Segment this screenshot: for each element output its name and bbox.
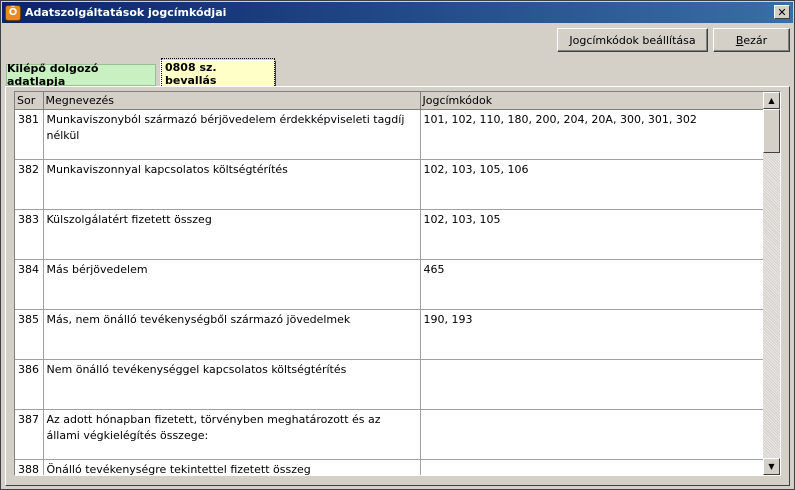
row-sor: 386 bbox=[15, 359, 44, 410]
settings-button-label: Jogcímkódok beállítása bbox=[569, 33, 696, 47]
row-sor: 385 bbox=[15, 309, 44, 360]
row-name: Munkaviszonyból származó bérjövedelem ér… bbox=[43, 109, 421, 160]
jogcimkod-grid: Sor Megnevezés Jogcímkódok 381 Munkavisz… bbox=[14, 91, 781, 476]
row-codes[interactable] bbox=[420, 359, 764, 410]
row-name: Az adott hónapban fizetett, törvényben m… bbox=[43, 409, 421, 460]
table-row[interactable]: 387 Az adott hónapban fizetett, törvényb… bbox=[15, 409, 764, 460]
jogcimkod-settings-button[interactable]: Jogcímkódok beállítása bbox=[557, 28, 708, 52]
close-button-label: Bezár bbox=[735, 33, 768, 47]
table-row[interactable]: 386 Nem önálló tevékenységgel kapcsolato… bbox=[15, 359, 764, 410]
table-row[interactable]: 381 Munkaviszonyból származó bérjövedele… bbox=[15, 109, 764, 160]
tab-0808-bevallas[interactable]: 0808 sz. bevallás bbox=[160, 58, 276, 90]
row-sor: 383 bbox=[15, 209, 44, 260]
row-sor: 384 bbox=[15, 259, 44, 310]
row-codes[interactable]: 102, 103, 105 bbox=[420, 209, 764, 260]
row-name: Külszolgálatért fizetett összeg bbox=[43, 209, 421, 260]
row-codes[interactable]: 190, 193 bbox=[420, 309, 764, 360]
table-row[interactable]: 383 Külszolgálatért fizetett összeg 102,… bbox=[15, 209, 764, 260]
window-title: Adatszolgáltatások jogcímkódjai bbox=[25, 6, 227, 19]
scroll-up-arrow-icon[interactable]: ▲ bbox=[763, 92, 780, 109]
app-window: Ö Adatszolgáltatások jogcímkódjai ✕ Jogc… bbox=[0, 0, 795, 490]
row-codes[interactable]: 101, 102, 110, 180, 200, 204, 20A, 300, … bbox=[420, 109, 764, 160]
table-row[interactable]: 384 Más bérjövedelem 465 bbox=[15, 259, 764, 310]
vertical-scrollbar[interactable]: ▲ ▼ bbox=[763, 92, 780, 475]
row-name: Önálló tevékenységre tekintettel fizetet… bbox=[43, 459, 421, 475]
row-sor: 387 bbox=[15, 409, 44, 460]
row-codes[interactable]: 465 bbox=[420, 259, 764, 310]
row-name: Munkaviszonnyal kapcsolatos költségtérít… bbox=[43, 159, 421, 210]
scroll-thumb[interactable] bbox=[763, 109, 780, 153]
app-icon: Ö bbox=[5, 4, 21, 21]
close-window-button[interactable]: ✕ bbox=[774, 5, 790, 19]
row-name: Nem önálló tevékenységgel kapcsolatos kö… bbox=[43, 359, 421, 410]
window-client: Jogcímkódok beállítása Bezár Kilépő dolg… bbox=[2, 23, 793, 489]
row-name: Más bérjövedelem bbox=[43, 259, 421, 310]
tab-kilepo-dolgozo[interactable]: Kilépő dolgozó adatlapja bbox=[6, 62, 156, 88]
table-header-row: Sor Megnevezés Jogcímkódok bbox=[15, 92, 764, 110]
tab-label: Kilépő dolgozó adatlapja bbox=[7, 62, 99, 88]
tab-panel: Sor Megnevezés Jogcímkódok 381 Munkavisz… bbox=[5, 86, 790, 486]
column-header-megnevezes[interactable]: Megnevezés bbox=[43, 92, 421, 110]
scroll-down-arrow-icon[interactable]: ▼ bbox=[763, 458, 780, 475]
row-codes[interactable] bbox=[420, 459, 764, 475]
row-sor: 388 bbox=[15, 459, 44, 475]
table-row[interactable]: 382 Munkaviszonnyal kapcsolatos költségt… bbox=[15, 159, 764, 210]
row-codes[interactable] bbox=[420, 409, 764, 460]
close-button[interactable]: Bezár bbox=[713, 28, 790, 52]
title-bar[interactable]: Ö Adatszolgáltatások jogcímkódjai ✕ bbox=[2, 2, 793, 23]
table-row[interactable]: 388 Önálló tevékenységre tekintettel fiz… bbox=[15, 459, 764, 475]
column-header-jogcimkodok[interactable]: Jogcímkódok bbox=[420, 92, 764, 110]
row-sor: 382 bbox=[15, 159, 44, 210]
row-name: Más, nem önálló tevékenységből származó … bbox=[43, 309, 421, 360]
tab-bar: Kilépő dolgozó adatlapja 0808 sz. bevall… bbox=[3, 58, 794, 90]
column-header-sor[interactable]: Sor bbox=[15, 92, 44, 110]
table-row[interactable]: 385 Más, nem önálló tevékenységből szárm… bbox=[15, 309, 764, 360]
jogcimkod-table: Sor Megnevezés Jogcímkódok 381 Munkavisz… bbox=[15, 92, 764, 475]
row-codes[interactable]: 102, 103, 105, 106 bbox=[420, 159, 764, 210]
row-sor: 381 bbox=[15, 109, 44, 160]
